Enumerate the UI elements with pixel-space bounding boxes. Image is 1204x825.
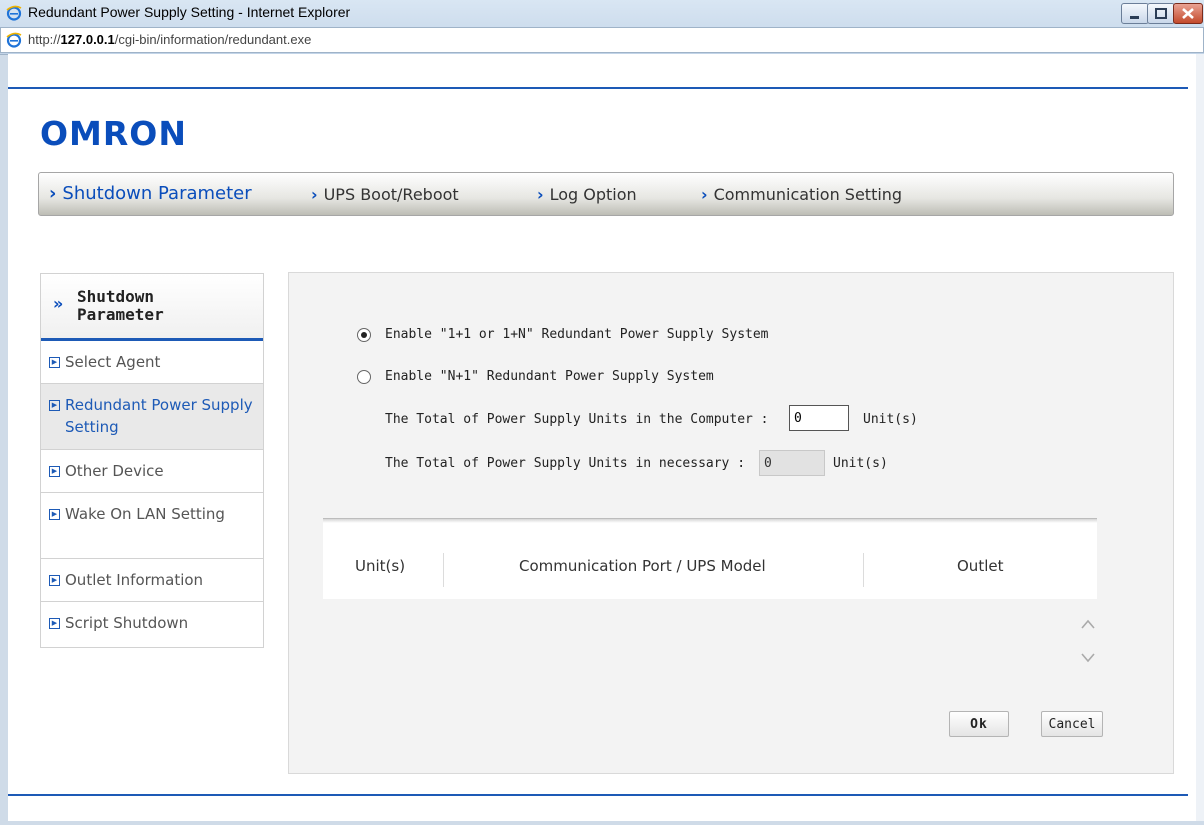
- necessary-units-unit: Unit(s): [833, 456, 888, 471]
- maximize-button[interactable]: [1147, 3, 1175, 24]
- necessary-units-input: [759, 450, 825, 476]
- redundant-nplus1-radio[interactable]: [357, 370, 371, 384]
- window-scroll-gutter: [1196, 54, 1204, 821]
- address-url: http://127.0.0.1/cgi-bin/information/red…: [28, 32, 311, 47]
- necessary-units-label: The Total of Power Supply Units in neces…: [385, 456, 746, 471]
- top-navigation: › Shutdown Parameter › UPS Boot/Reboot › Lo…: [38, 172, 1174, 216]
- tab-label: Shutdown Parameter: [62, 183, 252, 204]
- units-table-header: Unit(s) Communication Port / UPS Model O…: [323, 518, 1097, 599]
- bottom-divider: [8, 794, 1188, 796]
- window-titlebar: Redundant Power Supply Setting - Interne…: [0, 0, 1204, 55]
- sidebar-item-redundant-power-supply-setting[interactable]: ▶ Redundant Power Supply Setting: [41, 384, 263, 450]
- minimize-button[interactable]: [1121, 3, 1149, 24]
- column-header-outlet: Outlet: [957, 557, 1004, 575]
- double-chevron-icon: »: [53, 294, 64, 313]
- maximize-icon: [1155, 8, 1167, 19]
- chevron-up-icon[interactable]: [1080, 611, 1096, 635]
- omron-logo: OMRON: [40, 114, 187, 153]
- sidebar-header: » Shutdown Parameter: [41, 274, 263, 341]
- bullet-arrow-icon: ▶: [49, 575, 60, 586]
- sidebar-item-other-device[interactable]: ▶ Other Device: [41, 450, 263, 493]
- tab-label: UPS Boot/Reboot: [323, 185, 459, 204]
- address-path: /cgi-bin/information/redundant.exe: [114, 32, 312, 47]
- sidebar-item-script-shutdown[interactable]: ▶ Script Shutdown: [41, 602, 263, 646]
- cancel-button[interactable]: Cancel: [1041, 711, 1103, 737]
- tab-label: Log Option: [549, 185, 637, 204]
- total-units-input[interactable]: [789, 405, 849, 431]
- column-divider: [443, 553, 444, 587]
- internet-explorer-icon: [6, 5, 22, 21]
- redundant-1plus1-radio[interactable]: [357, 328, 371, 342]
- sidebar-item-wake-on-lan-setting[interactable]: ▶ Wake On LAN Setting: [41, 493, 263, 559]
- close-icon: [1182, 8, 1194, 19]
- chevron-down-icon[interactable]: [1080, 645, 1096, 669]
- page-content: OMRON › Shutdown Parameter › UPS Boot/Rebo…: [8, 54, 1204, 821]
- internet-explorer-icon: [6, 32, 22, 48]
- top-divider: [8, 87, 1188, 89]
- settings-panel: Enable "1+1 or 1+N" Redundant Power Supp…: [288, 272, 1174, 774]
- tab-log-option[interactable]: › Log Option: [537, 185, 637, 204]
- chevron-right-icon: ›: [49, 183, 57, 204]
- tab-communication-setting[interactable]: › Communication Setting: [701, 185, 902, 204]
- total-units-unit: Unit(s): [863, 412, 918, 427]
- redundant-nplus1-label: Enable "N+1" Redundant Power Supply Syst…: [385, 369, 714, 384]
- total-units-label: The Total of Power Supply Units in the C…: [385, 412, 769, 427]
- column-header-communication-port: Communication Port / UPS Model: [519, 557, 766, 575]
- sidebar-header-label: Shutdown Parameter: [77, 287, 164, 324]
- sidebar-item-label: Other Device: [65, 462, 164, 480]
- ok-button[interactable]: Ok: [949, 711, 1009, 737]
- bullet-arrow-icon: ▶: [49, 400, 60, 411]
- minimize-icon: [1130, 16, 1139, 19]
- bullet-arrow-icon: ▶: [49, 509, 60, 520]
- sidebar-item-select-agent[interactable]: ▶ Select Agent: [41, 341, 263, 384]
- sidebar-item-label: Select Agent: [65, 353, 161, 371]
- address-bar[interactable]: http://127.0.0.1/cgi-bin/information/red…: [0, 27, 1204, 53]
- redundant-1plus1-label: Enable "1+1 or 1+N" Redundant Power Supp…: [385, 327, 769, 342]
- column-header-units: Unit(s): [355, 557, 406, 575]
- column-divider: [863, 553, 864, 587]
- tab-label: Communication Setting: [713, 185, 903, 204]
- tab-shutdown-parameter[interactable]: › Shutdown Parameter: [49, 183, 252, 204]
- address-prefix: http://: [28, 32, 61, 47]
- close-button[interactable]: [1173, 3, 1203, 24]
- address-host: 127.0.0.1: [60, 32, 115, 47]
- sidebar-item-label: Script Shutdown: [65, 614, 189, 632]
- sidebar-item-label: Redundant Power Supply Setting: [65, 396, 253, 436]
- bullet-arrow-icon: ▶: [49, 357, 60, 368]
- chevron-right-icon: ›: [701, 185, 708, 204]
- sidebar: » Shutdown Parameter ▶ Select Agent ▶ Re…: [40, 273, 264, 648]
- tab-ups-boot-reboot[interactable]: › UPS Boot/Reboot: [311, 185, 459, 204]
- bullet-arrow-icon: ▶: [49, 466, 60, 477]
- window-title: Redundant Power Supply Setting - Interne…: [28, 4, 351, 20]
- sidebar-item-outlet-information[interactable]: ▶ Outlet Information: [41, 559, 263, 602]
- sidebar-item-label: Wake On LAN Setting: [65, 505, 225, 523]
- chevron-right-icon: ›: [311, 185, 318, 204]
- sidebar-item-label: Outlet Information: [65, 571, 204, 589]
- bullet-arrow-icon: ▶: [49, 618, 60, 629]
- chevron-right-icon: ›: [537, 185, 544, 204]
